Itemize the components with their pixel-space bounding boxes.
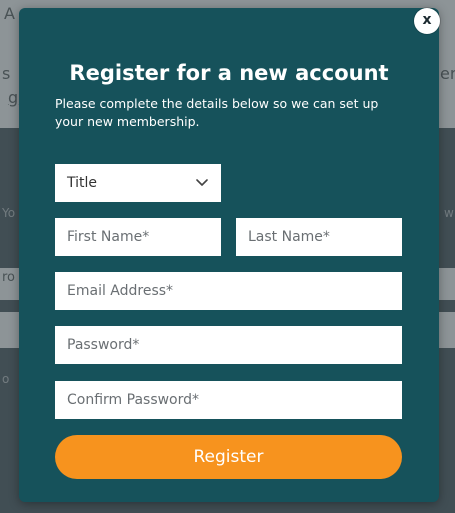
confirm-password-input[interactable]: [55, 381, 402, 419]
title-select[interactable]: Title: [55, 164, 221, 202]
close-icon: x: [422, 12, 432, 28]
first-name-input[interactable]: [55, 218, 221, 256]
password-input[interactable]: [55, 326, 402, 364]
chevron-down-icon: [195, 176, 209, 190]
title-select-value: Title: [67, 175, 98, 191]
register-button[interactable]: Register: [55, 435, 402, 479]
last-name-input[interactable]: [236, 218, 402, 256]
modal-title: Register for a new account: [69, 61, 389, 85]
close-button[interactable]: x: [414, 8, 440, 34]
email-input[interactable]: [55, 272, 402, 310]
modal-intro-text: Please complete the details below so we …: [55, 96, 379, 129]
register-modal: Register for a new account Please comple…: [19, 8, 439, 502]
